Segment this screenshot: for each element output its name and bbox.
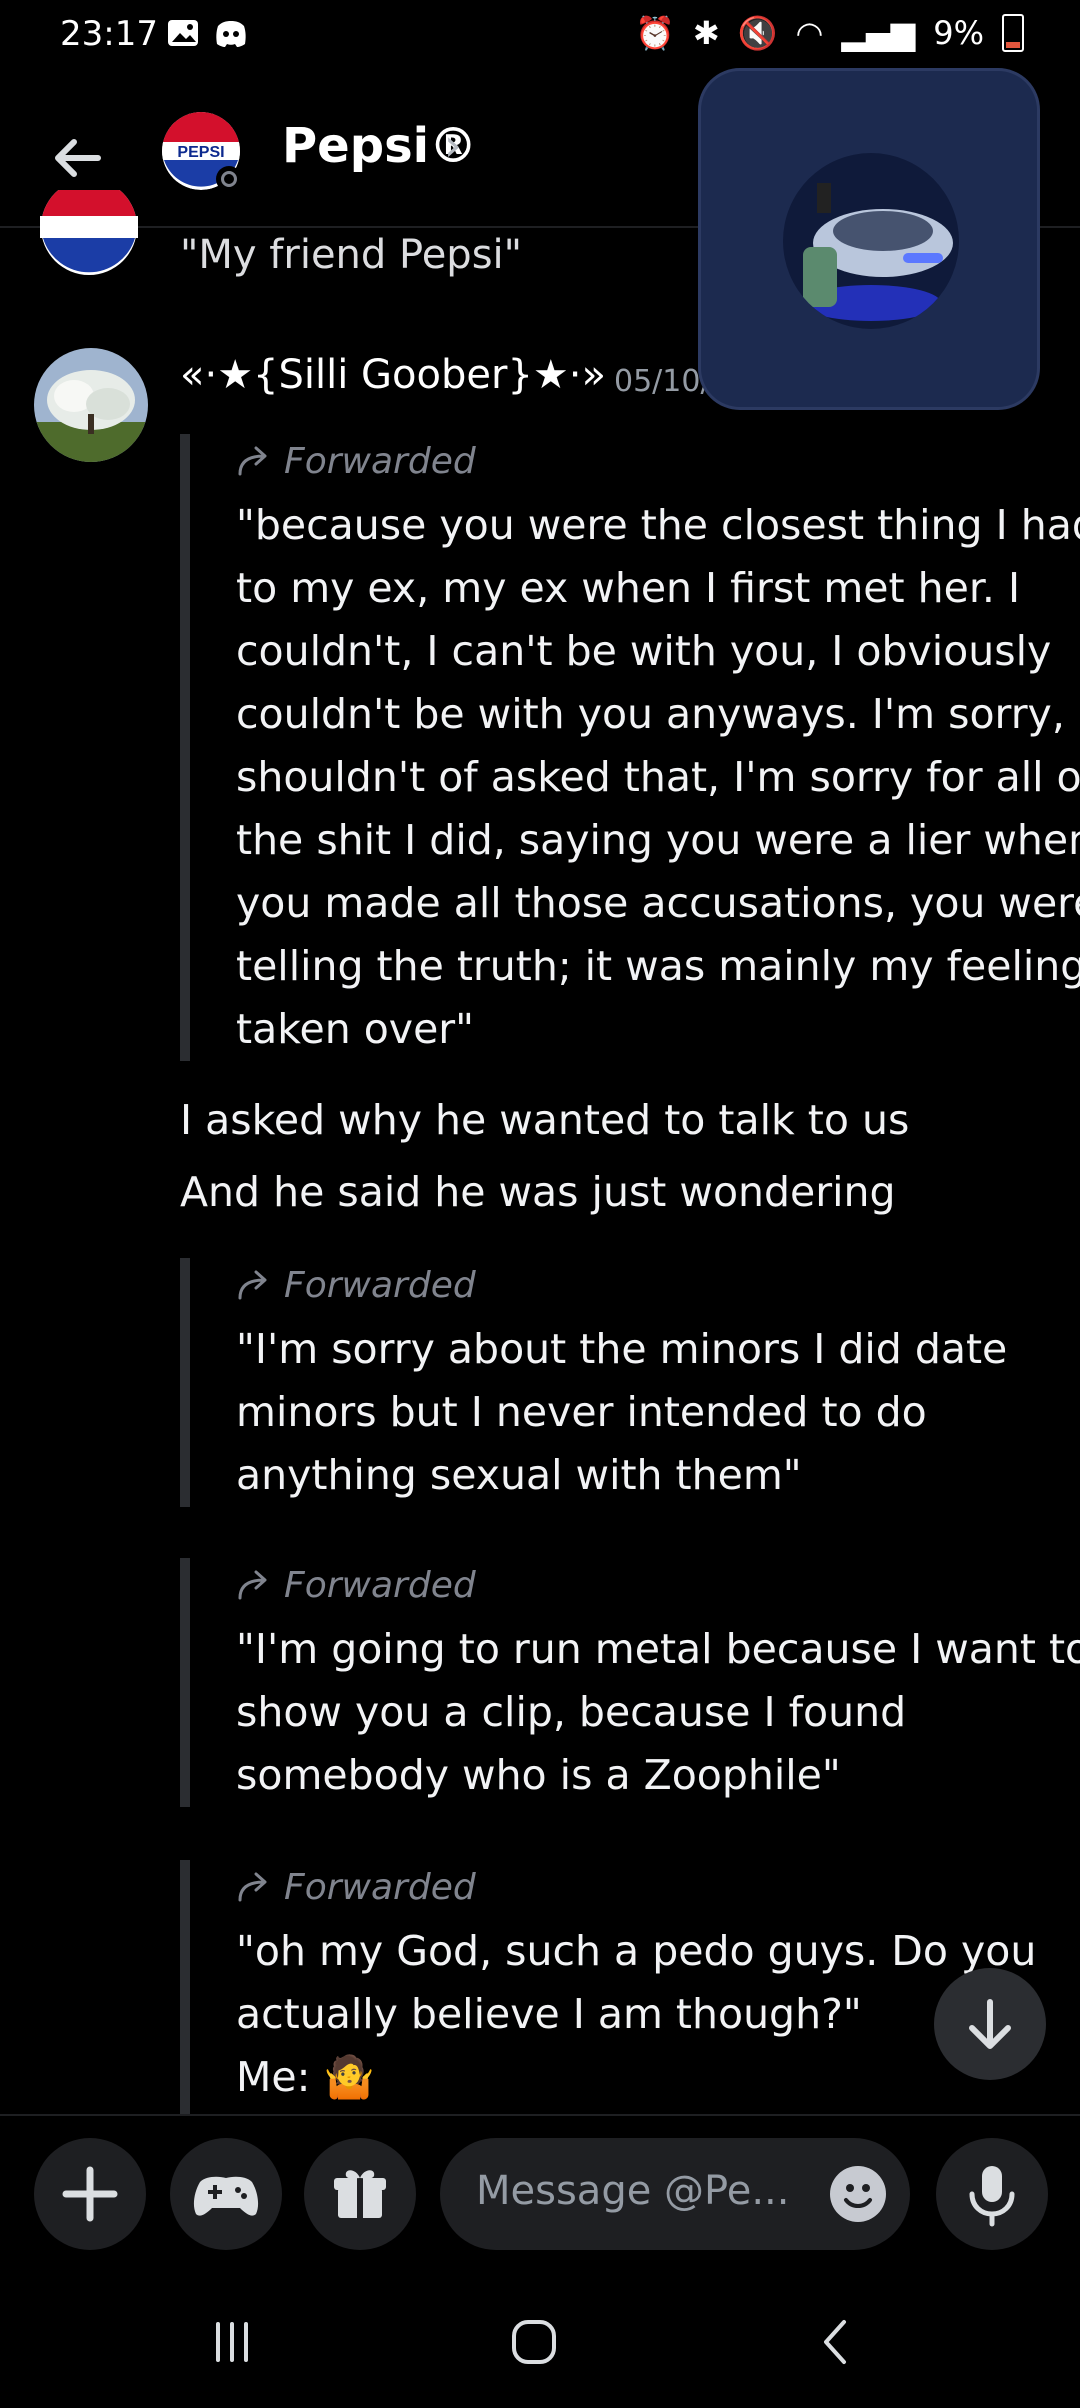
forwarded-label: Forwarded bbox=[236, 434, 1080, 488]
chevron-right-icon[interactable]: › bbox=[444, 120, 462, 171]
jump-to-latest-button[interactable] bbox=[934, 1968, 1046, 2080]
emoji-icon[interactable] bbox=[830, 2166, 886, 2222]
forwarded-label-text: Forwarded bbox=[284, 1264, 476, 1306]
forwarded-message-text: "I'm sorry about the minors I did date m… bbox=[236, 1325, 1008, 1499]
signal-icon: ▂▄▆ bbox=[841, 14, 916, 52]
tree-photo-avatar bbox=[34, 348, 148, 462]
forwarded-label: Forwarded bbox=[236, 1860, 1080, 1914]
forwarded-message[interactable]: Forwarded "because you were the closest … bbox=[180, 434, 1080, 1061]
discord-notification-icon bbox=[216, 21, 246, 47]
back-nav-icon[interactable] bbox=[806, 2312, 866, 2372]
message-composer: Message @Pe... bbox=[0, 2114, 1080, 2276]
battery-percent: 9% bbox=[933, 14, 984, 52]
forwarded-message-text: "I'm going to run metal because I want t… bbox=[236, 1625, 1080, 1799]
arrow-down-icon bbox=[969, 1999, 1011, 2049]
pepsi-logo-icon bbox=[40, 190, 138, 275]
gallery-notification-icon bbox=[168, 20, 198, 46]
forward-arrow-icon bbox=[238, 1872, 267, 1902]
status-indicators: ⏰ ✱ 🔇 ◠ ▂▄▆ 9% bbox=[635, 14, 1024, 52]
status-time: 23:17 bbox=[60, 14, 158, 54]
bluetooth-icon: ✱ bbox=[692, 14, 720, 52]
system-navigation-bar bbox=[0, 2276, 1080, 2408]
call-participant-avatar bbox=[783, 153, 959, 329]
alarm-icon: ⏰ bbox=[634, 14, 675, 52]
previous-author-avatar[interactable] bbox=[40, 190, 138, 276]
forwarded-label-text: Forwarded bbox=[284, 1564, 476, 1606]
forwarded-label-text: Forwarded bbox=[284, 440, 476, 482]
recent-apps-icon[interactable] bbox=[202, 2312, 262, 2372]
offline-status-icon bbox=[216, 166, 242, 192]
pepsi-logo-text: PEPSI bbox=[177, 144, 224, 161]
plus-icon bbox=[62, 2166, 118, 2222]
message-text: I asked why he wanted to talk to us bbox=[180, 1096, 910, 1144]
forwarded-message[interactable]: Forwarded "I'm sorry about the minors I … bbox=[180, 1258, 1080, 1507]
car-photo-avatar bbox=[783, 153, 959, 329]
forward-arrow-icon bbox=[238, 446, 267, 476]
back-arrow-icon[interactable] bbox=[48, 128, 108, 188]
forwarded-label-text: Forwarded bbox=[284, 1866, 476, 1908]
forwarded-label: Forwarded bbox=[236, 1558, 1080, 1612]
author-avatar[interactable] bbox=[34, 348, 148, 462]
gift-icon bbox=[334, 2170, 386, 2218]
attach-button[interactable] bbox=[34, 2138, 146, 2250]
forward-arrow-icon bbox=[238, 1270, 267, 1300]
gift-button[interactable] bbox=[304, 2138, 416, 2250]
forwarded-message[interactable]: Forwarded "I'm going to run metal becaus… bbox=[180, 1558, 1080, 1807]
message-author[interactable]: «·★{Silli Goober}★·» bbox=[180, 352, 606, 398]
gamepad-icon bbox=[193, 2176, 259, 2216]
activities-button[interactable] bbox=[170, 2138, 282, 2250]
mute-icon: 🔇 bbox=[737, 14, 778, 52]
status-bar: 23:17 ⏰ ✱ 🔇 ◠ ▂▄▆ 9% bbox=[0, 0, 1080, 70]
message-input-placeholder: Message @Pe... bbox=[476, 2168, 790, 2214]
message-text: And he said he was just wondering bbox=[180, 1168, 896, 1216]
message-input[interactable]: Message @Pe... bbox=[440, 2138, 910, 2250]
forwarded-label: Forwarded bbox=[236, 1258, 1080, 1312]
home-icon[interactable] bbox=[504, 2312, 564, 2372]
wifi-icon: ◠ bbox=[795, 14, 824, 52]
call-overlay[interactable] bbox=[698, 68, 1040, 410]
forwarded-message-text: "because you were the closest thing I ha… bbox=[236, 501, 1080, 1053]
forward-arrow-icon bbox=[238, 1570, 267, 1600]
battery-icon bbox=[1002, 14, 1024, 52]
microphone-icon bbox=[969, 2166, 1015, 2227]
previous-message-text: "My friend Pepsi" bbox=[180, 232, 523, 278]
voice-message-button[interactable] bbox=[936, 2138, 1048, 2250]
